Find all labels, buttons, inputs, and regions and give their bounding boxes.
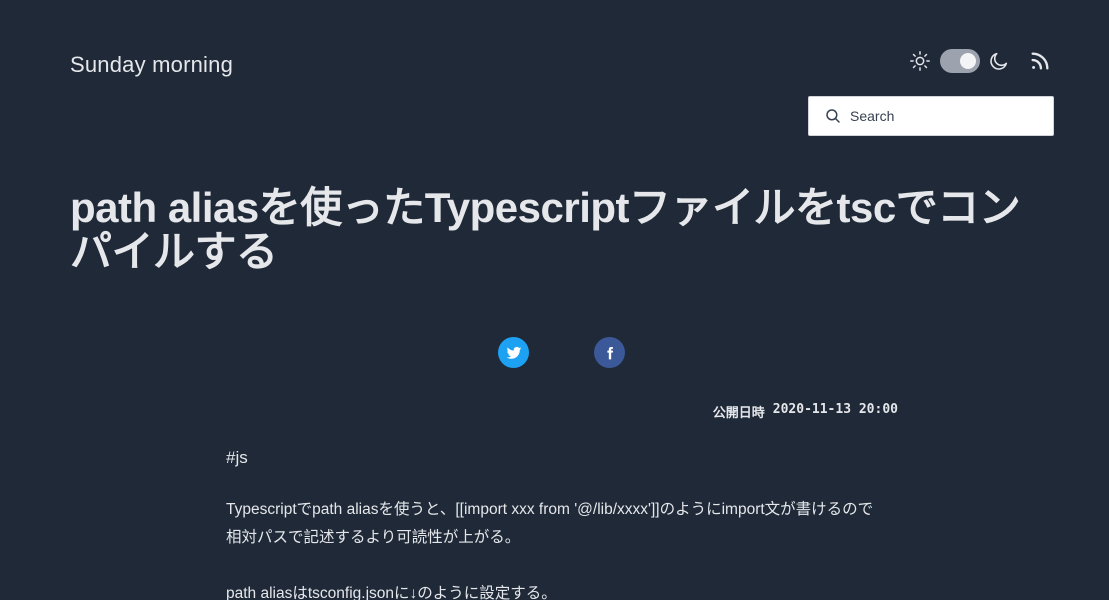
twitter-icon	[506, 346, 521, 359]
tag-link[interactable]: #js	[226, 448, 248, 468]
post-paragraph: path aliasはtsconfig.jsonに↓のように設定する。	[226, 585, 557, 600]
moon-icon	[990, 52, 1008, 70]
post-title: path aliasを使ったTypescriptファイルをtscでコンパイルする	[70, 184, 1021, 275]
share-buttons	[498, 337, 625, 368]
sun-icon	[910, 51, 930, 71]
search-box[interactable]	[808, 96, 1054, 136]
facebook-share-button[interactable]	[594, 337, 625, 368]
theme-toggle[interactable]	[940, 49, 980, 73]
post-paragraph: Typescriptでpath aliasを使うと、[[import xxx f…	[226, 501, 874, 546]
post-content: #js Typescriptでpath aliasを使うと、[[import x…	[226, 448, 876, 600]
published-datetime: 公開日時 2020-11-13 20:00	[713, 402, 898, 421]
site-title-link[interactable]: Sunday morning	[70, 52, 233, 78]
published-label: 公開日時	[712, 406, 765, 421]
published-date: 2020-11-13 20:00	[772, 402, 898, 417]
header-controls	[909, 49, 1051, 73]
search-icon	[826, 109, 840, 123]
search-input[interactable]	[850, 108, 1050, 124]
facebook-icon	[606, 346, 613, 359]
twitter-share-button[interactable]	[498, 337, 529, 368]
page: Sunday morning p	[0, 0, 1109, 600]
theme-toggle-knob	[960, 53, 976, 69]
rss-icon[interactable]	[1029, 50, 1051, 72]
